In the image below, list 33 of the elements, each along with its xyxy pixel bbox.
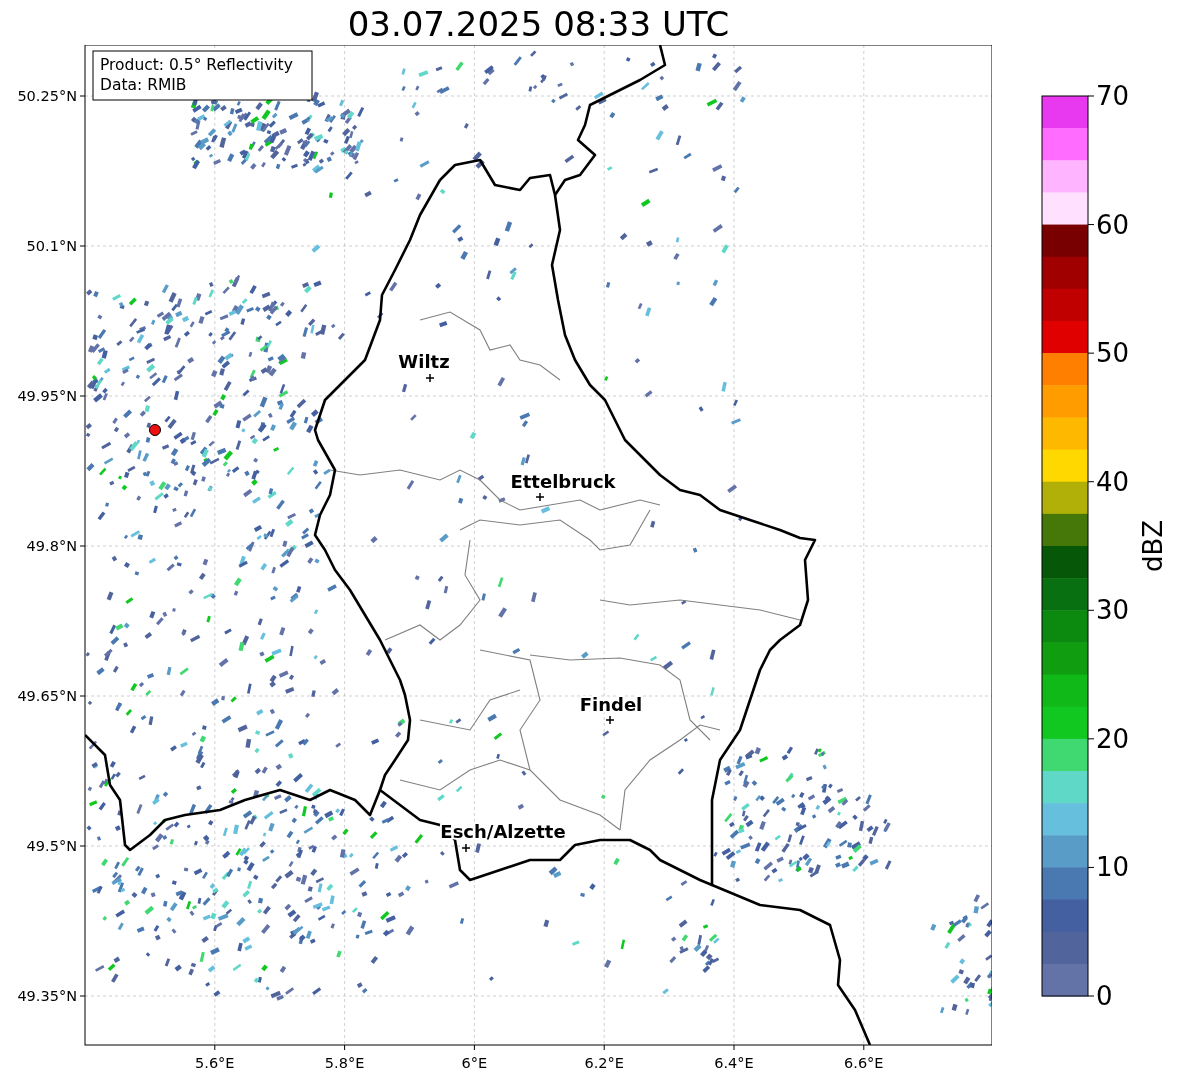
town-marker-icon — [461, 843, 471, 853]
latitude-label: 50.25°N — [17, 88, 77, 104]
chart-title: 03.07.2025 08:33 UTC — [347, 4, 730, 41]
latitude-label: 49.8°N — [26, 538, 77, 554]
scale-tick-label: 70 — [1096, 81, 1130, 111]
scale-tick-label: 10 — [1096, 852, 1130, 883]
longitude-label: 6.4°E — [714, 1055, 754, 1071]
info-text: Data: RMIB — [100, 76, 187, 94]
longitude-label: 5.8°E — [324, 1055, 365, 1071]
longitude-label: 6.6°E — [844, 1055, 884, 1071]
latitude-label: 49.65°N — [17, 688, 77, 704]
scale-tick-label: 60 — [1096, 209, 1130, 240]
town-label: Findel — [579, 694, 643, 715]
town-marker-icon — [605, 715, 615, 725]
longitude-label: 5.6°E — [195, 1055, 235, 1071]
town-label: Wiltz — [398, 351, 450, 372]
town-label: Ettelbruck — [510, 471, 616, 492]
latitude-label: 49.35°N — [17, 988, 77, 1004]
scale-unit-label: dBZ — [1138, 519, 1168, 573]
town-marker-icon — [425, 373, 435, 383]
scale-tick-label: 20 — [1096, 723, 1130, 754]
latitude-label: 50.1°N — [26, 238, 77, 254]
longitude-label: 6.2°E — [584, 1055, 624, 1071]
scale-tick-label: 50 — [1096, 338, 1130, 369]
latitude-label: 49.95°N — [17, 388, 77, 404]
info-text: Product: 0.5° Reflectivity — [100, 56, 293, 74]
latitude-label: 49.5°N — [26, 838, 77, 854]
scale-tick-label: 0 — [1096, 981, 1113, 1011]
scale-tick-label: 40 — [1096, 466, 1130, 497]
radar-site-icon — [149, 424, 161, 436]
longitude-label: 6°E — [461, 1055, 488, 1071]
scale-tick-label: 30 — [1096, 595, 1130, 626]
town-marker-icon — [535, 492, 545, 502]
